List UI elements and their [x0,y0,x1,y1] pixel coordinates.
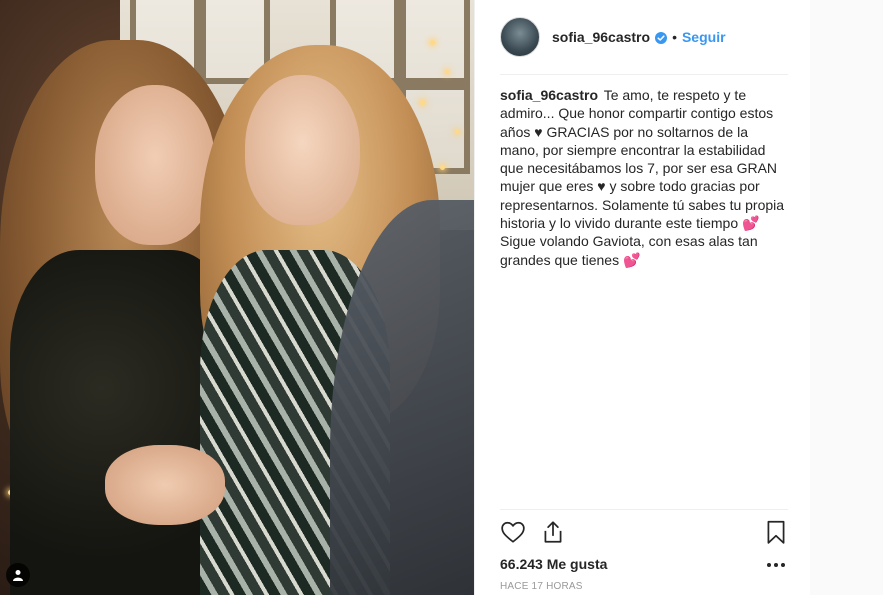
likes-count[interactable]: 66.243 Me gusta [500,556,607,572]
actions-divider [500,509,788,510]
bookmark-icon[interactable] [763,519,791,547]
post-header: sofia_96castro • Seguir [475,0,811,74]
username-link[interactable]: sofia_96castro [552,29,650,45]
post-side-panel: sofia_96castro • Seguir sofia_96castro T… [474,0,810,595]
instagram-post: sofia_96castro • Seguir sofia_96castro T… [0,0,810,595]
post-caption: sofia_96castro Te amo, te respeto y te a… [500,86,790,269]
verified-badge-icon [655,31,668,44]
post-actions [500,519,790,549]
caption-username-link[interactable]: sofia_96castro [500,87,598,103]
post-photo[interactable] [0,0,474,595]
header-divider [500,74,788,75]
follow-button[interactable]: Seguir [682,29,726,45]
more-options-icon[interactable] [765,558,787,572]
avatar[interactable] [500,17,540,57]
share-icon[interactable] [540,519,568,547]
caption-text: Te amo, te respeto y te admiro... Que ho… [500,87,785,268]
user-tag-icon[interactable] [6,563,30,587]
page-background [810,0,883,595]
header-separator: • [672,29,677,45]
heart-icon[interactable] [500,519,528,547]
post-timestamp[interactable]: HACE 17 HORAS [500,581,583,592]
